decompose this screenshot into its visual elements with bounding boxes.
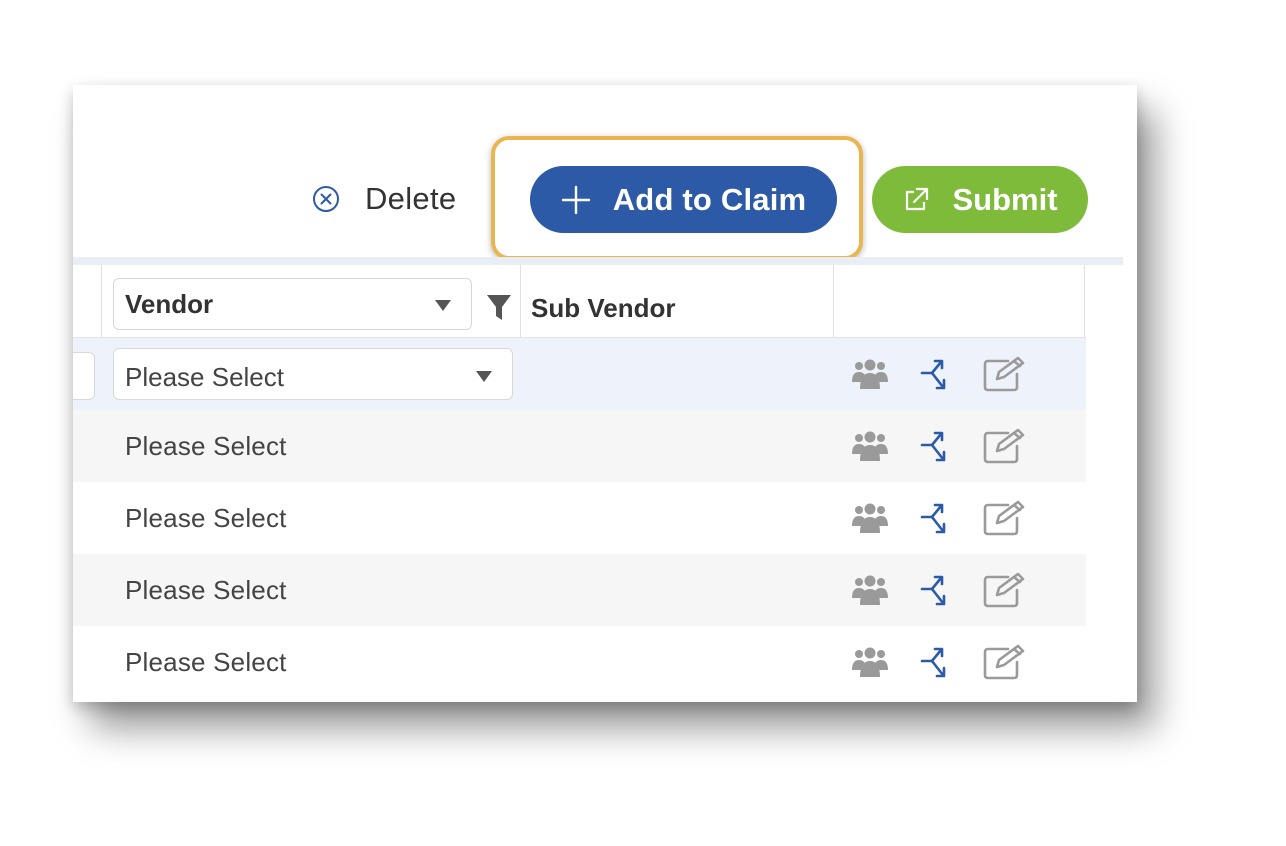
column-divider <box>833 265 834 338</box>
add-to-claim-button[interactable]: Add to Claim <box>530 166 837 233</box>
vendor-select[interactable]: Please Select <box>113 348 513 400</box>
toolbar-divider <box>73 257 1123 265</box>
edit-icon[interactable] <box>982 500 1026 536</box>
row-input-stub[interactable] <box>73 352 95 400</box>
people-icon[interactable] <box>852 502 888 534</box>
filter-icon[interactable] <box>486 294 512 322</box>
plus-icon <box>561 185 590 214</box>
split-icon[interactable] <box>919 356 949 394</box>
people-icon[interactable] <box>852 574 888 606</box>
table-row[interactable]: Please Select <box>73 410 1086 482</box>
edit-icon[interactable] <box>982 356 1026 392</box>
vendor-cell[interactable]: Please Select <box>125 575 287 606</box>
column-divider <box>101 265 102 338</box>
vendor-select-value: Please Select <box>125 362 284 392</box>
circle-x-icon <box>313 186 339 212</box>
external-link-icon <box>906 187 929 210</box>
table-row[interactable]: Please Select <box>73 626 1086 698</box>
vendor-filter-dropdown[interactable]: Vendor <box>113 278 472 330</box>
table-row[interactable]: Please Select <box>73 482 1086 554</box>
column-divider <box>1084 265 1085 338</box>
submit-label: Submit <box>952 181 1058 217</box>
add-to-claim-label: Add to Claim <box>612 181 807 217</box>
vendor-grid: Vendor Sub Vendor Please Select Please S… <box>73 265 1086 698</box>
edit-icon[interactable] <box>982 572 1026 608</box>
delete-label: Delete <box>365 181 457 216</box>
edit-icon[interactable] <box>982 428 1026 464</box>
vendor-claim-panel: Delete Add to Claim Submit Vendor Sub Ve… <box>73 85 1137 702</box>
delete-button[interactable]: Delete <box>311 177 456 221</box>
chevron-down-icon <box>435 300 451 311</box>
chevron-down-icon <box>476 371 492 382</box>
grid-header: Vendor Sub Vendor <box>73 265 1086 338</box>
submit-button[interactable]: Submit <box>872 166 1088 233</box>
table-row[interactable]: Please Select <box>73 338 1086 410</box>
split-icon[interactable] <box>919 572 949 610</box>
edit-icon[interactable] <box>982 644 1026 680</box>
split-icon[interactable] <box>919 644 949 682</box>
people-icon[interactable] <box>852 430 888 462</box>
sub-vendor-column-label: Sub Vendor <box>531 293 676 323</box>
vendor-cell[interactable]: Please Select <box>125 431 287 462</box>
split-icon[interactable] <box>919 428 949 466</box>
vendor-column-label: Vendor <box>125 288 214 319</box>
grid-body: Please Select Please Select Please Selec… <box>73 338 1086 698</box>
vendor-cell[interactable]: Please Select <box>125 503 287 534</box>
column-divider <box>520 265 521 338</box>
vendor-cell[interactable]: Please Select <box>125 647 287 678</box>
table-row[interactable]: Please Select <box>73 554 1086 626</box>
people-icon[interactable] <box>852 358 888 390</box>
split-icon[interactable] <box>919 500 949 538</box>
people-icon[interactable] <box>852 646 888 678</box>
